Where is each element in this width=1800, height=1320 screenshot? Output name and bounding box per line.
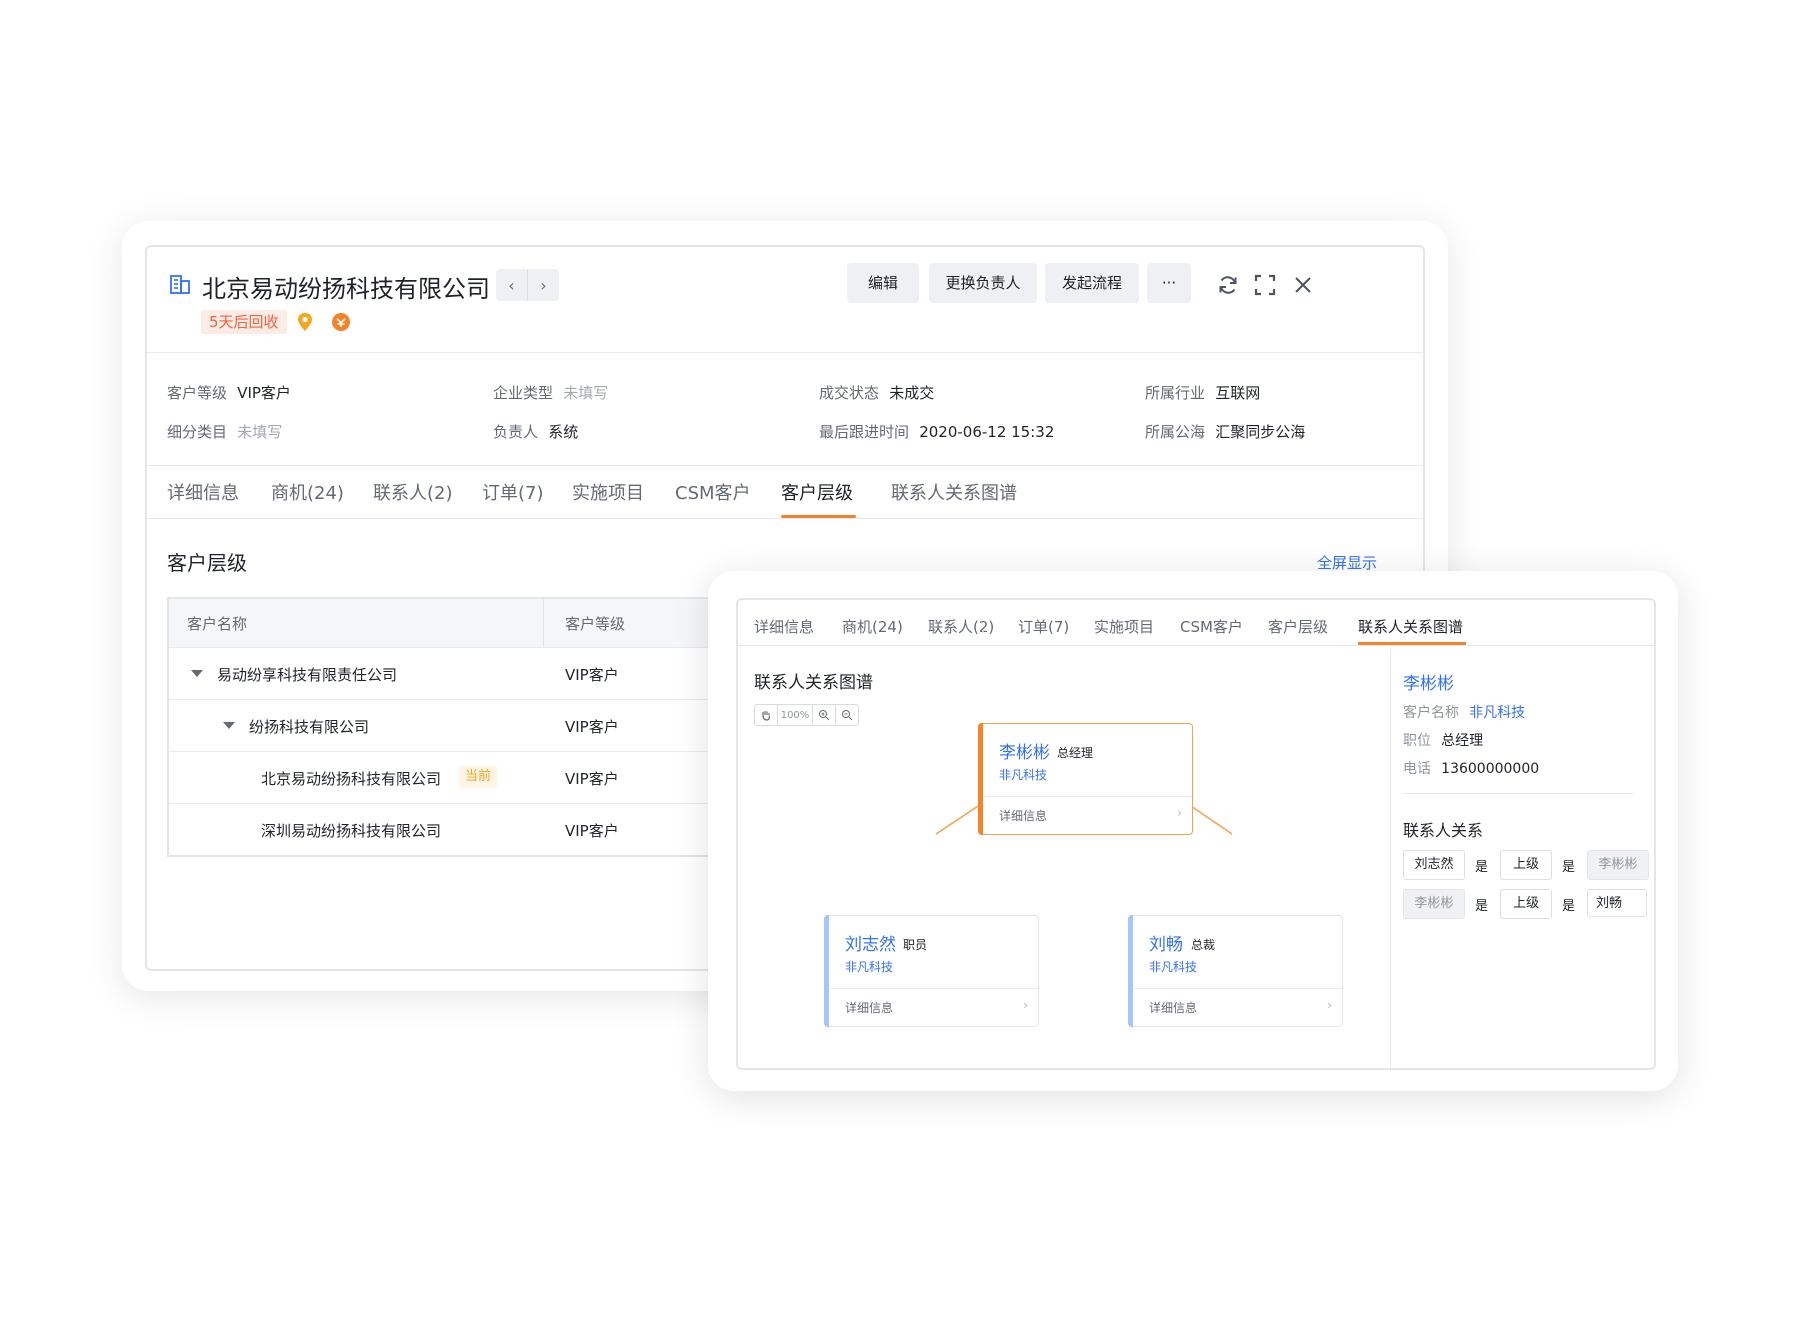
tabs-divider: [147, 518, 1423, 519]
start-flow-button[interactable]: 发起流程: [1045, 263, 1139, 303]
contact-name: 刘畅: [1149, 935, 1183, 955]
info-owner: 负责人 系统: [493, 423, 579, 441]
contact-detail-link[interactable]: 详细信息: [845, 999, 893, 1016]
contact-node-li-binbin[interactable]: 李彬彬 总经理 非凡科技 详细信息 ›: [978, 723, 1193, 835]
side-contact-name[interactable]: 李彬彬: [1403, 669, 1454, 694]
relations-title: 联系人关系: [1403, 821, 1484, 840]
table-row[interactable]: 易动纷享科技有限责任公司 VIP客户: [169, 648, 729, 700]
relation-type-chip[interactable]: 上级: [1500, 889, 1552, 919]
customer-title: 北京易动纷扬科技有限公司: [202, 275, 490, 303]
tab-contacts[interactable]: 联系人(2): [373, 479, 453, 505]
tab-csm[interactable]: CSM客户: [675, 479, 751, 505]
info-deal-status: 成交状态 未成交: [819, 384, 935, 402]
customer-hierarchy-table: 客户名称 客户等级 易动纷享科技有限责任公司 VIP客户 纷扬科技有限公司 VI…: [167, 597, 729, 857]
relation-is-text: 是: [1475, 860, 1489, 875]
more-button[interactable]: ···: [1147, 263, 1191, 303]
tab-projects[interactable]: 实施项目: [572, 479, 644, 505]
contact-role: 职员: [903, 938, 928, 952]
table-row[interactable]: 深圳易动纷扬科技有限公司 VIP客户: [169, 804, 729, 855]
side-position: 职位 总经理: [1403, 733, 1484, 749]
contact-name: 刘志然: [845, 935, 896, 955]
relation-type-chip[interactable]: 上级: [1500, 850, 1552, 880]
info-divider: [147, 465, 1423, 466]
tab-customer-hierarchy[interactable]: 客户层级: [781, 479, 853, 505]
location-pin-icon[interactable]: [295, 311, 315, 333]
relation-is-text: 是: [1475, 899, 1489, 914]
info-industry: 所属行业 互联网: [1145, 384, 1261, 402]
section-title: 客户层级: [167, 551, 247, 575]
side-customer: 客户名称 非凡科技: [1403, 705, 1526, 721]
side-panel-divider: [1390, 646, 1391, 1068]
chevron-right-icon: ›: [1327, 998, 1332, 1012]
fullscreen-icon[interactable]: [1253, 273, 1277, 297]
relation-contact-chip[interactable]: 刘畅: [1587, 889, 1647, 917]
side-divider: [1403, 793, 1633, 794]
tab-opportunities[interactable]: 商机(24): [271, 479, 344, 505]
column-header-level: 客户等级: [565, 615, 626, 633]
table-row[interactable]: 北京易动纷扬科技有限公司 当前 VIP客户: [169, 752, 729, 804]
table-header: 客户名称 客户等级: [169, 599, 729, 648]
info-last-follow: 最后跟进时间 2020-06-12 15:32: [819, 423, 1055, 441]
edit-button[interactable]: 编辑: [847, 263, 919, 303]
current-tag: 当前: [459, 766, 498, 788]
chevron-right-icon: ›: [1177, 806, 1182, 820]
contact-detail-link[interactable]: 详细信息: [999, 807, 1047, 824]
relation-is-text: 是: [1562, 899, 1576, 914]
info-customer-level: 客户等级 VIP客户: [167, 384, 291, 402]
table-row[interactable]: 纷扬科技有限公司 VIP客户: [169, 700, 729, 752]
tab-orders[interactable]: 订单(7): [482, 479, 544, 505]
contact-company: 非凡科技: [1149, 960, 1198, 974]
relation-contact-chip[interactable]: 刘志然: [1403, 850, 1465, 880]
info-company-type: 企业类型 未填写: [493, 384, 609, 402]
coin-icon[interactable]: [331, 312, 351, 332]
chevron-right-icon[interactable]: ›: [528, 269, 559, 301]
contact-company: 非凡科技: [999, 768, 1048, 782]
chevron-left-icon[interactable]: ‹: [496, 269, 528, 301]
contact-role: 总裁: [1191, 938, 1216, 952]
record-navigation: ‹ ›: [496, 269, 559, 301]
tab-details[interactable]: 详细信息: [167, 479, 239, 505]
contact-name: 李彬彬: [999, 743, 1050, 763]
close-icon[interactable]: [1291, 273, 1315, 297]
recycle-countdown-tag: 5天后回收: [201, 310, 287, 334]
info-public-pool: 所属公海 汇聚同步公海: [1145, 423, 1306, 441]
contact-node-liu-zhiran[interactable]: 刘志然 职员 非凡科技 详细信息 ›: [824, 915, 1039, 1027]
header-divider: [147, 352, 1423, 353]
change-owner-button[interactable]: 更换负责人: [929, 263, 1037, 303]
column-header-name: 客户名称: [187, 615, 248, 633]
tab-contact-graph[interactable]: 联系人关系图谱: [891, 479, 1017, 505]
contact-company: 非凡科技: [845, 960, 894, 974]
contact-role: 总经理: [1057, 746, 1094, 760]
relation-contact-chip[interactable]: 李彬彬: [1403, 889, 1465, 919]
relation-contact-chip[interactable]: 李彬彬: [1587, 850, 1649, 880]
relation-is-text: 是: [1562, 860, 1576, 875]
building-icon: [170, 275, 190, 294]
fullscreen-link[interactable]: 全屏显示: [1317, 552, 1377, 573]
side-phone: 电话 13600000000: [1403, 761, 1540, 777]
refresh-icon[interactable]: [1216, 273, 1240, 297]
contact-node-liu-chang[interactable]: 刘畅 总裁 非凡科技 详细信息 ›: [1128, 915, 1343, 1027]
caret-down-icon[interactable]: [223, 722, 235, 729]
contact-detail-link[interactable]: 详细信息: [1149, 999, 1197, 1016]
info-sub-category: 细分类目 未填写: [167, 423, 283, 441]
chevron-right-icon: ›: [1023, 998, 1028, 1012]
caret-down-icon[interactable]: [191, 670, 203, 677]
